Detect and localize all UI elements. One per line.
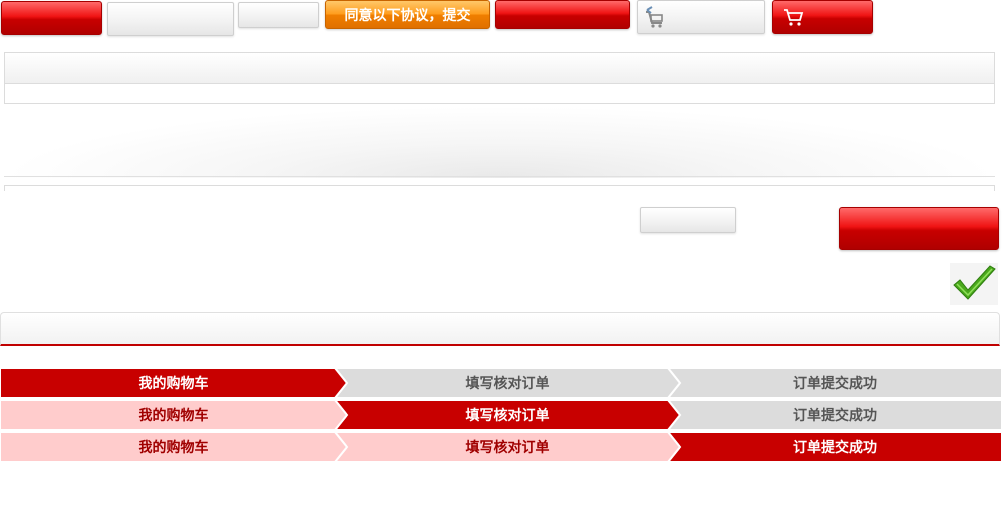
agree-submit-button[interactable]: 同意以下协议，提交 — [325, 0, 490, 29]
step-label: 填写核对订单 — [465, 376, 550, 392]
panel-header — [4, 52, 995, 84]
step-2: 填写核对订单 — [335, 368, 680, 398]
tab-bar — [0, 312, 1000, 346]
shadow-separator — [0, 106, 1000, 178]
checkmark-icon — [950, 263, 998, 305]
step-label: 订单提交成功 — [793, 376, 877, 392]
step-label: 订单提交成功 — [793, 440, 877, 456]
cart-return-icon — [643, 6, 667, 30]
step-2: 填写核对订单 — [335, 400, 680, 430]
gray-button-2[interactable] — [238, 2, 319, 28]
step-1: 我的购物车 — [0, 432, 347, 462]
step-3: 订单提交成功 — [668, 432, 1002, 462]
red-button-2[interactable] — [495, 0, 630, 29]
separator-line — [4, 176, 995, 177]
agree-submit-label: 同意以下协议，提交 — [344, 7, 471, 24]
gray-button-3[interactable] — [640, 207, 736, 233]
step-label: 我的购物车 — [138, 408, 209, 424]
step-label: 订单提交成功 — [793, 408, 877, 424]
gray-button-1[interactable] — [107, 2, 234, 36]
list-frame-top — [4, 185, 995, 191]
red-button-large[interactable] — [839, 207, 999, 250]
step-label: 我的购物车 — [138, 376, 209, 392]
step-label: 填写核对订单 — [465, 408, 550, 424]
step-3: 订单提交成功 — [668, 400, 1002, 430]
step-1: 我的购物车 — [0, 368, 347, 398]
step-label: 填写核对订单 — [465, 440, 550, 456]
step-2: 填写核对订单 — [335, 432, 680, 462]
step-label: 我的购物车 — [138, 440, 209, 456]
cart-button[interactable] — [772, 0, 873, 34]
cart-icon — [783, 7, 805, 27]
red-button-1[interactable] — [1, 1, 102, 35]
return-cart-button[interactable] — [637, 0, 765, 34]
panel-row — [4, 84, 995, 104]
step-1: 我的购物车 — [0, 400, 347, 430]
step-3: 订单提交成功 — [668, 368, 1002, 398]
